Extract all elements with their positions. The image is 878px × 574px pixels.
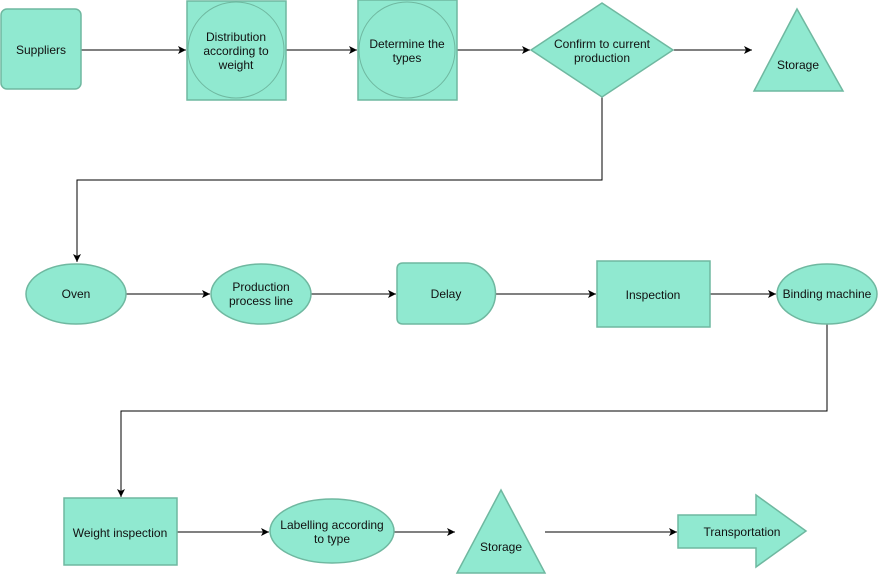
- node-inspection[interactable]: Inspection: [596, 260, 711, 328]
- svg-text:according to: according to: [203, 44, 269, 58]
- node-transportation[interactable]: Transportation: [677, 493, 808, 569]
- svg-text:Delay: Delay: [431, 287, 462, 301]
- node-suppliers[interactable]: Suppliers: [0, 8, 82, 90]
- svg-text:Suppliers: Suppliers: [16, 43, 66, 57]
- flowchart: Suppliers Distribution according to weig…: [0, 0, 878, 574]
- svg-text:Production: Production: [232, 280, 289, 294]
- edge-confirm-oven: [73, 97, 603, 262]
- svg-text:production: production: [574, 51, 630, 65]
- node-determine-types[interactable]: Determine the types: [357, 0, 458, 101]
- node-binding-machine[interactable]: Binding machine: [776, 263, 878, 325]
- svg-text:Labelling according: Labelling according: [280, 518, 383, 532]
- svg-text:Confirm to current: Confirm to current: [554, 37, 651, 51]
- node-storage-1[interactable]: Storage: [752, 7, 845, 92]
- svg-text:process line: process line: [229, 294, 293, 308]
- svg-text:Binding machine: Binding machine: [783, 287, 872, 301]
- svg-text:Inspection: Inspection: [626, 288, 681, 302]
- svg-text:weight: weight: [218, 58, 254, 72]
- edge-binding-weight: [117, 324, 828, 497]
- svg-text:Distribution: Distribution: [206, 30, 266, 44]
- svg-text:types: types: [393, 51, 422, 65]
- svg-text:Storage: Storage: [480, 540, 522, 554]
- node-oven[interactable]: Oven: [25, 263, 127, 325]
- svg-text:Weight inspection: Weight inspection: [73, 526, 168, 540]
- node-distribution[interactable]: Distribution according to weight: [186, 0, 287, 101]
- node-delay[interactable]: Delay: [396, 262, 497, 325]
- node-weight-inspection[interactable]: Weight inspection: [63, 497, 178, 566]
- node-labelling[interactable]: Labelling according to type: [269, 498, 395, 564]
- node-production[interactable]: Production process line: [210, 263, 312, 325]
- svg-text:Oven: Oven: [62, 287, 91, 301]
- svg-text:to type: to type: [314, 532, 350, 546]
- node-confirm-decision[interactable]: Confirm to current production: [529, 2, 675, 98]
- svg-text:Determine the: Determine the: [369, 37, 445, 51]
- node-storage-2[interactable]: Storage: [455, 488, 547, 574]
- svg-text:Storage: Storage: [777, 58, 819, 72]
- svg-text:Transportation: Transportation: [704, 525, 781, 539]
